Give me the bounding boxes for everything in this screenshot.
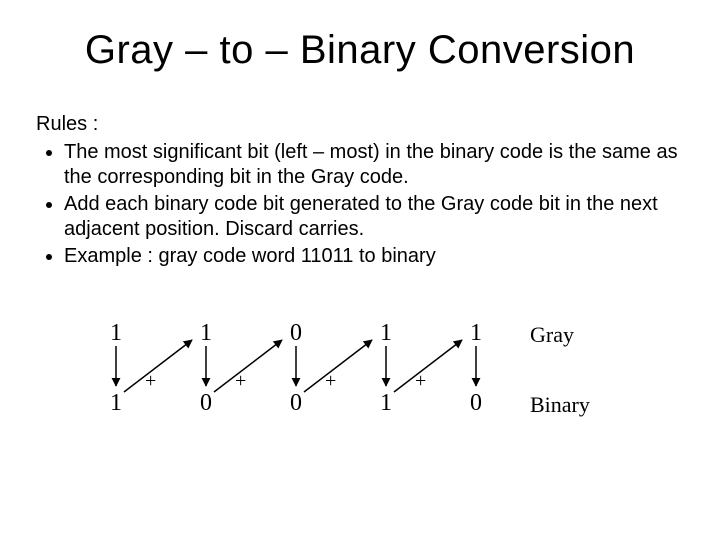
slide: Gray – to – Binary Conversion Rules : Th… xyxy=(0,0,720,540)
rules-list: The most significant bit (left – most) i… xyxy=(36,140,684,269)
diagram-arrows xyxy=(110,320,610,450)
slide-title: Gray – to – Binary Conversion xyxy=(36,28,684,73)
rule-item: Add each binary code bit generated to th… xyxy=(64,192,684,242)
rule-item: Example : gray code word 11011 to binary xyxy=(64,244,684,269)
conversion-diagram: 1 1 0 1 1 1 0 0 1 0 Gray Binary + + + + xyxy=(110,320,610,450)
rule-item: The most significant bit (left – most) i… xyxy=(64,140,684,190)
rules-label: Rules : xyxy=(36,113,684,136)
